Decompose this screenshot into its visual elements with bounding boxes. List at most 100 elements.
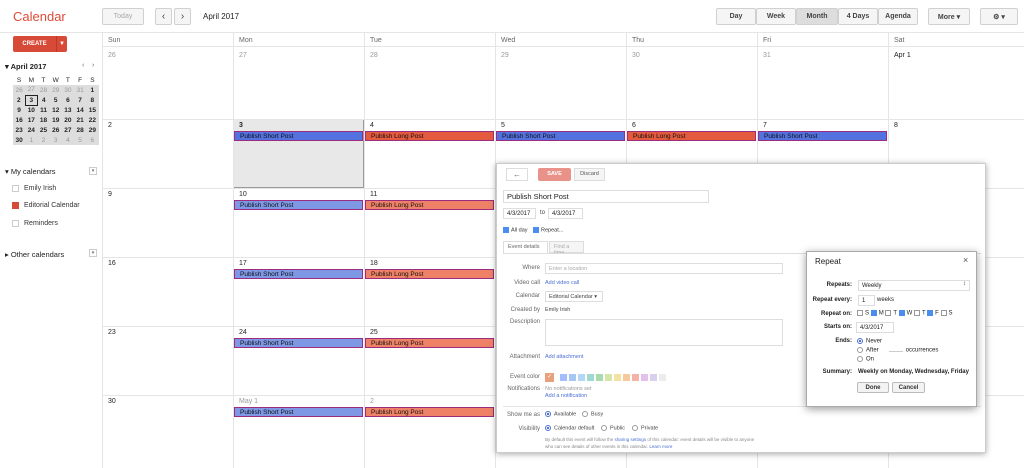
- mini-day[interactable]: 7: [74, 95, 87, 105]
- repeats-select[interactable]: Weekly: [858, 280, 970, 291]
- day-number[interactable]: 29: [501, 52, 509, 59]
- calendar-item-editorial[interactable]: Editorial Calendar: [12, 202, 80, 209]
- mini-day[interactable]: 16: [13, 115, 26, 125]
- mini-day[interactable]: 8: [86, 95, 99, 105]
- day-number[interactable]: 30: [632, 52, 640, 59]
- color-swatch[interactable]: [641, 374, 648, 381]
- mini-day[interactable]: 29: [86, 125, 99, 135]
- mini-day[interactable]: 15: [86, 105, 99, 115]
- color-swatch[interactable]: [614, 374, 621, 381]
- start-date-input[interactable]: 4/3/2017: [503, 208, 536, 219]
- radio-icon[interactable]: [582, 411, 588, 417]
- calendar-color-box[interactable]: [12, 185, 19, 192]
- tab-event-details[interactable]: Event details: [503, 241, 548, 253]
- day-number[interactable]: 24: [239, 329, 247, 336]
- mini-day[interactable]: 28: [37, 85, 50, 95]
- color-swatch[interactable]: [560, 374, 567, 381]
- event-chip[interactable]: Publish Short Post: [234, 131, 363, 141]
- day-number[interactable]: 10: [239, 191, 247, 198]
- day-number[interactable]: 28: [370, 52, 378, 59]
- calendar-item-emily-irish[interactable]: Emily Irish: [12, 185, 56, 192]
- mini-day[interactable]: 27: [61, 125, 75, 135]
- view-week-button[interactable]: Week: [756, 8, 796, 25]
- day-number[interactable]: 11: [370, 191, 377, 198]
- mini-day-today[interactable]: 3: [24, 94, 38, 106]
- radio-icon[interactable]: [857, 338, 863, 344]
- color-swatch[interactable]: [632, 374, 639, 381]
- calendar-color-box[interactable]: [12, 202, 19, 209]
- app-logo[interactable]: Calendar: [13, 9, 66, 24]
- create-dropdown-icon[interactable]: ▼: [56, 36, 67, 52]
- available-radio[interactable]: Available: [545, 411, 576, 417]
- mini-day[interactable]: 5: [49, 95, 62, 105]
- day-number[interactable]: 7: [763, 122, 767, 129]
- end-date-input[interactable]: 4/3/2017: [548, 208, 583, 219]
- event-chip[interactable]: Publish Long Post: [365, 269, 494, 279]
- my-calendars-header[interactable]: ▾ My calendars: [5, 167, 55, 176]
- day-number[interactable]: 4: [370, 122, 374, 129]
- create-button[interactable]: CREATE ▼: [13, 36, 67, 52]
- day-number[interactable]: 17: [239, 260, 247, 267]
- radio-icon[interactable]: [857, 347, 863, 353]
- day-number[interactable]: 2: [108, 122, 112, 129]
- visibility-public-radio[interactable]: Public: [601, 425, 625, 431]
- radio-icon[interactable]: [632, 425, 638, 431]
- day-checkbox-mon[interactable]: [870, 310, 877, 316]
- mini-day[interactable]: 6: [61, 95, 75, 105]
- view-month-button[interactable]: Month: [796, 8, 838, 25]
- ends-on-radio[interactable]: On: [857, 356, 874, 363]
- color-swatch[interactable]: [578, 374, 585, 381]
- mini-day[interactable]: 2: [13, 95, 26, 105]
- mini-day[interactable]: 22: [86, 115, 99, 125]
- radio-icon[interactable]: [545, 425, 551, 431]
- mini-day[interactable]: 12: [49, 105, 62, 115]
- save-button[interactable]: SAVE: [538, 168, 571, 181]
- mini-day[interactable]: 25: [37, 125, 50, 135]
- other-calendars-header[interactable]: ▸ Other calendars: [5, 250, 64, 259]
- learn-more-link[interactable]: Learn more: [649, 444, 672, 449]
- mini-day[interactable]: 13: [61, 105, 75, 115]
- event-chip[interactable]: Publish Short Post: [758, 131, 887, 141]
- day-checkbox-fri[interactable]: [927, 310, 934, 316]
- mini-day[interactable]: 20: [61, 115, 75, 125]
- mini-calendar-title[interactable]: ▾ April 2017: [5, 62, 46, 71]
- all-day-checkbox[interactable]: All day: [503, 227, 528, 233]
- mini-day[interactable]: 3: [49, 135, 62, 145]
- prev-button[interactable]: ‹: [155, 8, 172, 25]
- calendar-select[interactable]: Editorial Calendar ▾: [545, 291, 603, 302]
- mini-day[interactable]: 24: [25, 125, 38, 135]
- mini-day[interactable]: 10: [25, 105, 38, 115]
- color-swatch[interactable]: [605, 374, 612, 381]
- day-number[interactable]: 2: [370, 398, 374, 405]
- day-number[interactable]: 23: [108, 329, 116, 336]
- day-number[interactable]: May 1: [239, 398, 258, 405]
- day-number[interactable]: 9: [108, 191, 112, 198]
- color-swatch[interactable]: [596, 374, 603, 381]
- event-chip[interactable]: Publish Short Post: [234, 407, 363, 417]
- day-number[interactable]: 26: [108, 52, 116, 59]
- sharing-settings-link[interactable]: sharing settings: [615, 437, 647, 442]
- mini-day[interactable]: 11: [37, 105, 50, 115]
- event-chip[interactable]: Publish Long Post: [365, 131, 494, 141]
- mini-day[interactable]: 21: [74, 115, 87, 125]
- event-chip[interactable]: Publish Short Post: [234, 269, 363, 279]
- radio-icon[interactable]: [857, 356, 863, 362]
- ends-never-radio[interactable]: Never: [857, 338, 882, 345]
- view-agenda-button[interactable]: Agenda: [878, 8, 918, 25]
- repeat-check-icon[interactable]: [533, 227, 539, 233]
- mini-day[interactable]: 30: [13, 135, 26, 145]
- mini-day[interactable]: 23: [13, 125, 26, 135]
- color-swatch[interactable]: [569, 374, 576, 381]
- event-chip[interactable]: Publish Short Post: [496, 131, 625, 141]
- event-chip[interactable]: Publish Short Post: [234, 338, 363, 348]
- more-button[interactable]: More ▾: [928, 8, 970, 25]
- event-title-input[interactable]: Publish Short Post: [503, 190, 709, 203]
- mini-day[interactable]: 9: [13, 105, 26, 115]
- next-button[interactable]: ›: [174, 8, 191, 25]
- radio-icon[interactable]: [545, 411, 551, 417]
- add-notification-link[interactable]: Add a notification: [545, 393, 587, 399]
- mini-day[interactable]: 14: [74, 105, 87, 115]
- description-textarea[interactable]: [545, 319, 783, 346]
- event-chip[interactable]: Publish Long Post: [365, 338, 494, 348]
- mini-day[interactable]: 1: [86, 85, 99, 95]
